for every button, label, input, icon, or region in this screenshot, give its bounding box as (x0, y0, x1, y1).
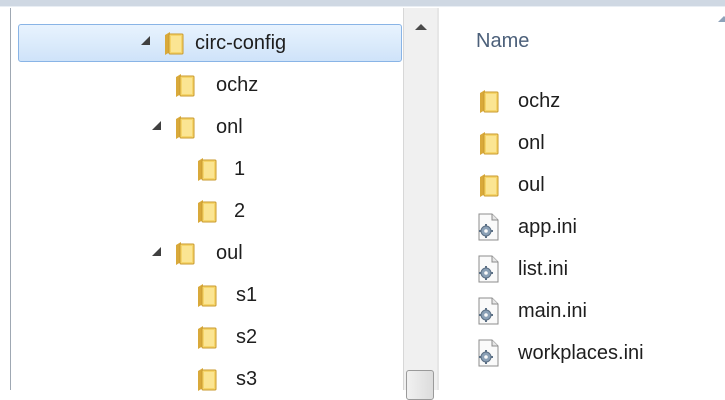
tree-item-oul[interactable]: oul (10, 234, 403, 272)
folder-icon (194, 282, 220, 308)
tree-item-label: oul (216, 242, 243, 264)
tree-item-2[interactable]: 2 (10, 192, 403, 230)
config-file-icon (476, 255, 500, 283)
tree-item-s2[interactable]: s2 (10, 318, 403, 356)
file-list: Name ochz onl oul app.ini list.ini main.… (440, 8, 725, 390)
pane-splitter[interactable] (437, 8, 439, 390)
list-item-label: main.ini (518, 300, 587, 322)
tree-item-label: s2 (236, 326, 258, 348)
list-item-label: ochz (518, 90, 561, 112)
tree-item-label: 2 (234, 200, 246, 222)
column-header-name[interactable]: Name (476, 30, 529, 53)
tree-item-s1[interactable]: s1 (10, 276, 403, 314)
collapse-arrow-icon[interactable] (170, 370, 188, 388)
config-file-icon (476, 339, 500, 367)
expand-arrow-icon[interactable] (148, 118, 166, 136)
tree-item-label: circ-config (195, 32, 287, 54)
tree-item-label: onl (216, 116, 243, 138)
config-file-icon (476, 213, 500, 241)
list-item-label: app.ini (518, 216, 577, 238)
list-item-label: workplaces.ini (518, 342, 644, 364)
config-file-icon (476, 297, 500, 325)
folder-icon (172, 72, 198, 98)
folder-icon (476, 172, 502, 198)
tree-item-1[interactable]: 1 (10, 150, 403, 188)
tree-item-ochz[interactable]: ochz (10, 66, 403, 104)
folder-icon (476, 130, 502, 156)
tree-item-label: ochz (216, 74, 259, 96)
list-item-label: list.ini (518, 258, 569, 280)
expand-arrow-icon[interactable] (137, 33, 155, 51)
tree-item-label: s3 (236, 368, 258, 390)
folder-icon (161, 30, 187, 56)
window-top-edge-highlight (0, 6, 725, 7)
scrollbar-thumb[interactable] (406, 370, 434, 400)
collapse-arrow-icon[interactable] (170, 328, 188, 346)
list-item-label: oul (518, 174, 545, 196)
list-item-label: onl (518, 132, 545, 154)
collapse-arrow-icon[interactable] (170, 286, 188, 304)
tree-item-onl[interactable]: onl (10, 108, 403, 146)
folder-icon (194, 324, 220, 350)
tree-item-label: 1 (234, 158, 246, 180)
scroll-up-arrow-icon[interactable] (412, 20, 430, 34)
tree-item-circ-config[interactable]: circ-config (18, 24, 402, 62)
folder-icon (194, 198, 220, 224)
tree-pane-border (10, 8, 11, 390)
tree-item-s3[interactable]: s3 (10, 360, 403, 398)
folder-icon (172, 114, 198, 140)
folder-icon (476, 88, 502, 114)
folder-tree: circ-config ochz onl 1 2 oul s1 s2 s3 (10, 8, 403, 391)
folder-icon (172, 240, 198, 266)
expand-arrow-icon[interactable] (148, 244, 166, 262)
folder-icon (194, 156, 220, 182)
tree-scrollbar[interactable] (403, 8, 438, 400)
tree-item-label: s1 (236, 284, 258, 306)
sort-arrow-icon (718, 16, 725, 22)
folder-icon (194, 366, 220, 392)
